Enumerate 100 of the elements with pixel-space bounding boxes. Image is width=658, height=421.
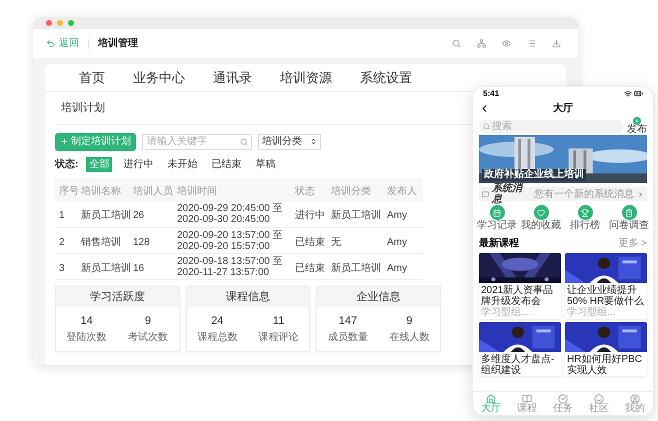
stat-title: 企业信息 — [356, 290, 401, 305]
table-cell: 已结束 — [295, 262, 325, 274]
notice-text: 您有一个新的系统消息 — [534, 188, 634, 200]
download-icon[interactable] — [552, 39, 561, 48]
shortcut-button[interactable]: 我的收藏 — [520, 205, 562, 232]
shortcut-button[interactable]: 学习记录 — [476, 205, 518, 232]
table-cell-text: 2020-09-29 20:45:00 至 2020-09-30 20:45:00 — [177, 203, 284, 226]
column-header: 培训名称 — [81, 186, 121, 196]
course-subtitle: 学习型组... — [480, 307, 530, 319]
table-cell: 新员工培训 — [81, 210, 131, 222]
course-card[interactable]: 2021新人资事品牌升级发布会 学习型组... — [479, 253, 561, 319]
status-label: 状态: — [55, 158, 78, 172]
check-circle-icon — [558, 394, 568, 404]
updown-icon — [310, 138, 317, 145]
course-title: 2021新人资事品牌升级发布会 — [480, 284, 554, 307]
book-icon — [522, 394, 532, 404]
status-filter[interactable]: 进行中 — [120, 156, 156, 172]
nav-tab[interactable]: 业务中心 — [133, 68, 185, 88]
table-cell: 1 — [59, 210, 65, 222]
message-icon — [482, 190, 489, 198]
table-cell: 26 — [133, 210, 144, 222]
network-icon[interactable] — [477, 39, 486, 48]
stat-label: 考试次数 — [128, 330, 168, 344]
nav-tab[interactable]: 通讯录 — [213, 68, 252, 88]
battery-icon — [634, 89, 643, 98]
stat-label: 课程评论 — [258, 330, 299, 344]
user-icon — [630, 394, 640, 404]
calendar-icon — [490, 205, 504, 220]
list-icon[interactable] — [527, 39, 536, 48]
window-title: 培训管理 — [98, 36, 138, 51]
shortcut-button[interactable]: 问卷调查 — [608, 205, 650, 232]
course-title: HR如何用好PBC实现人效 — [566, 353, 644, 376]
nav-tab[interactable]: 首页 — [79, 68, 105, 88]
stat-value: 11 — [272, 314, 284, 329]
course-subtitle: 学习型组... — [566, 307, 616, 319]
eye-icon[interactable] — [502, 39, 511, 48]
stat-label: 课程总数 — [197, 330, 238, 344]
section-title: 最新课程 — [479, 236, 519, 251]
search-icon[interactable] — [452, 39, 461, 48]
shortcut-button[interactable]: 排行榜 — [564, 205, 606, 232]
table-cell: 128 — [133, 236, 150, 248]
stat-value: 9 — [406, 314, 412, 329]
course-title: 多维度人才盘点-组织建设 — [480, 352, 556, 376]
stat-value: 24 — [211, 314, 224, 329]
course-card[interactable]: 让企业业绩提升50% HR要做什么 学习型组... — [565, 253, 647, 319]
column-header: 序号 — [59, 186, 79, 196]
course-title: 让企业业绩提升50% HR要做什么 — [566, 284, 646, 307]
table-cell: Amy — [387, 262, 407, 274]
home-icon — [486, 394, 496, 404]
status-filter[interactable]: 草稿 — [252, 156, 278, 172]
stat-value: 9 — [144, 314, 152, 329]
banner-caption: 政府补贴企业线上培训 — [482, 169, 586, 181]
trophy-icon — [578, 205, 592, 220]
table-cell: 2 — [59, 236, 65, 248]
course-card[interactable]: 多维度人才盘点-组织建设 — [479, 322, 561, 376]
nav-tab[interactable]: 培训资源 — [280, 68, 332, 88]
table-cell: Amy — [387, 236, 407, 248]
stat-title: 学习活跃度 — [90, 290, 145, 305]
smile-icon — [594, 394, 604, 404]
chevron-right-icon — [637, 190, 644, 198]
status-filter[interactable]: 已结束 — [208, 156, 244, 172]
clipboard-icon — [622, 205, 636, 220]
stat-title: 课程信息 — [226, 290, 270, 305]
column-header: 培训时间 — [177, 186, 217, 196]
course-card[interactable]: HR如何用好PBC实现人效 — [565, 322, 647, 376]
stat-value: 147 — [338, 314, 358, 329]
search-field[interactable]: 搜索 — [479, 120, 623, 132]
stat-value: 14 — [80, 314, 93, 329]
back-icon — [46, 39, 55, 48]
status-time: 5:41 — [483, 88, 500, 100]
wifi-icon — [624, 90, 632, 98]
stat-label: 成员数量 — [328, 330, 368, 344]
table-cell-text: 2020-09-20 13:57:00 至 2020-09-20 15:57:00 — [177, 230, 284, 252]
table-cell: 3 — [59, 262, 65, 274]
column-header: 发布人 — [387, 186, 417, 196]
column-header: 状态 — [295, 186, 315, 196]
search-icon — [240, 138, 248, 146]
search-icon — [483, 122, 490, 130]
table-cell: 已结束 — [295, 236, 325, 248]
plus-icon — [633, 117, 641, 125]
table-cell: 销售培训 — [81, 236, 121, 248]
nav-tab[interactable]: 系统设置 — [360, 68, 412, 88]
stat-label: 登陆次数 — [66, 330, 107, 344]
column-header: 培训分类 — [331, 186, 371, 196]
plus-icon — [60, 137, 69, 146]
stat-label: 在线人数 — [389, 330, 430, 344]
category-select[interactable]: 培训分类 — [258, 134, 321, 150]
publish-button[interactable]: 发布 — [627, 117, 647, 135]
table-cell: 16 — [133, 262, 144, 274]
table-cell: 进行中 — [295, 210, 325, 222]
table-cell: Amy — [387, 210, 407, 222]
search-field[interactable]: 请输入关键字 — [142, 134, 252, 150]
table-cell: 新员工培训 — [331, 210, 381, 222]
column-header: 培训人员 — [133, 186, 173, 196]
status-filter[interactable]: 未开始 — [164, 156, 200, 172]
table-cell: 新员工培训 — [81, 262, 131, 274]
table-cell-text: 2020-09-18 13:57:00 至 2020-11-27 13:57:00 — [177, 256, 284, 278]
screen-title: 大厅 — [553, 102, 573, 116]
table-cell: 新员工培训 — [331, 262, 381, 274]
table-cell: 无 — [331, 236, 341, 248]
